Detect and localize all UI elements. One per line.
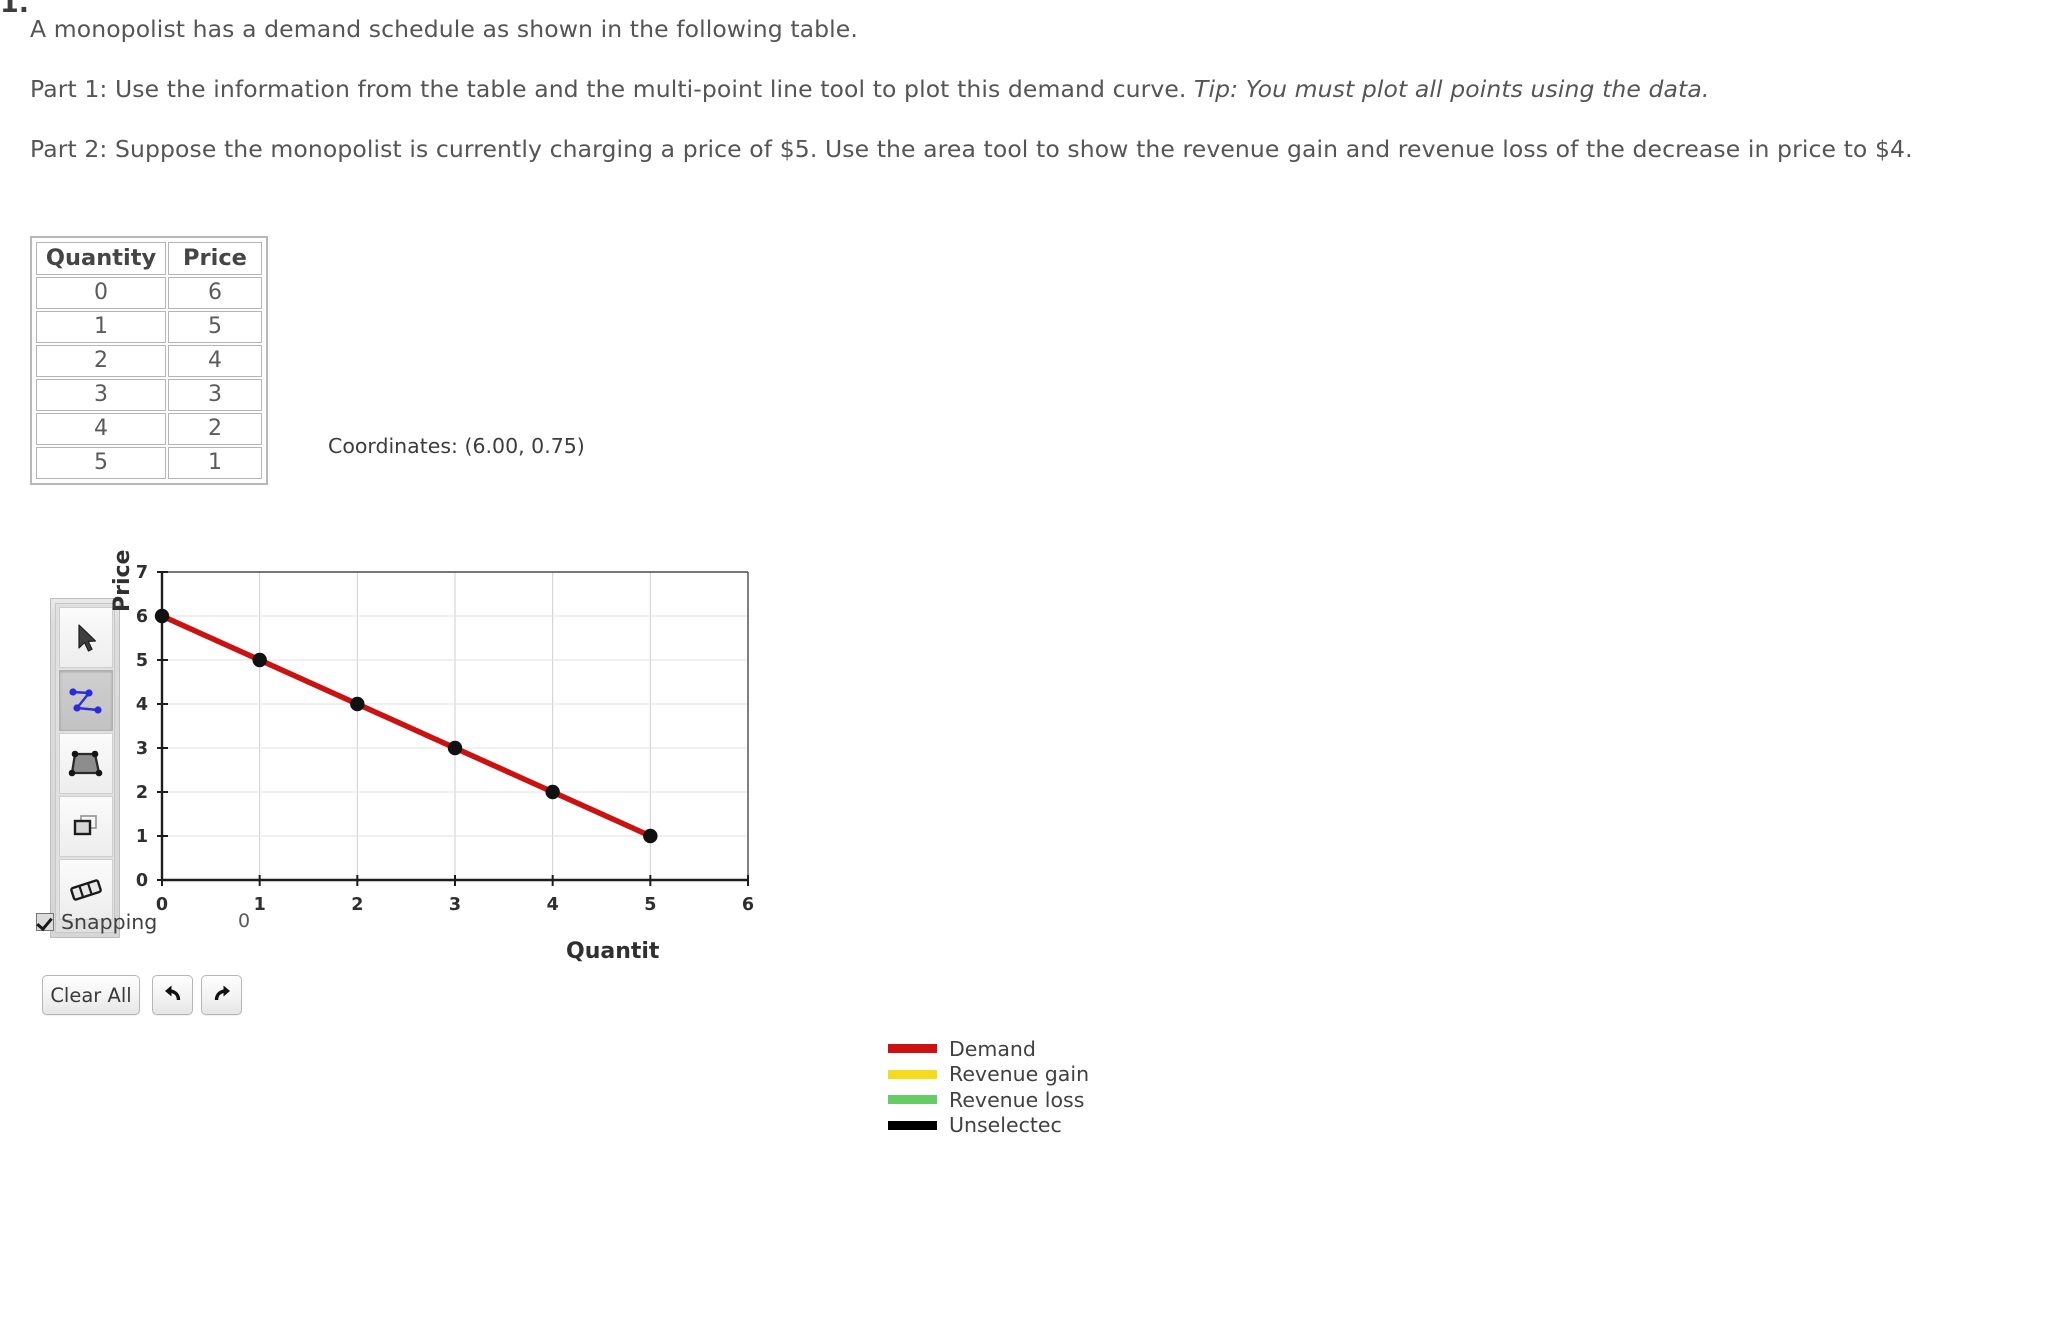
multi-point-line-icon <box>67 684 105 718</box>
coordinates-readout: Coordinates: (6.00, 0.75) <box>328 434 585 458</box>
snapping-control[interactable]: Snapping <box>36 910 157 934</box>
prompt-line-3: Part 2: Suppose the monopolist is curren… <box>30 134 1913 163</box>
cell-quantity: 2 <box>36 345 166 377</box>
multi-point-line-tool[interactable] <box>59 670 113 731</box>
origin-marker-label: 0 <box>238 910 251 932</box>
graph-toolbar <box>50 598 120 938</box>
cell-quantity: 4 <box>36 413 166 445</box>
legend-swatch-revenue-gain <box>888 1069 937 1079</box>
cell-price: 5 <box>168 311 262 343</box>
snapping-label: Snapping <box>61 910 158 934</box>
chart-legend: Demand Revenue gain Revenue loss Unselec… <box>888 1036 1188 1138</box>
eraser-icon <box>67 875 105 905</box>
cell-quantity: 0 <box>36 277 166 309</box>
undo-icon <box>161 981 185 1009</box>
svg-text:1: 1 <box>254 895 266 915</box>
legend-label-revenue-gain: Revenue gain <box>949 1062 1090 1087</box>
svg-text:4: 4 <box>136 695 148 715</box>
pointer-icon <box>69 621 103 655</box>
svg-text:6: 6 <box>136 607 148 627</box>
legend-label-unselected: Unselectec <box>949 1113 1062 1138</box>
table-row: 4 2 <box>36 413 262 445</box>
svg-text:1: 1 <box>136 827 148 847</box>
legend-label-demand: Demand <box>949 1036 1036 1061</box>
cell-price: 1 <box>168 447 262 479</box>
cell-price: 3 <box>168 379 262 411</box>
table-row: 5 1 <box>36 447 262 479</box>
cell-quantity: 5 <box>36 447 166 479</box>
table-row: 1 5 <box>36 311 262 343</box>
question-number: 1. <box>0 0 30 19</box>
prompt-line-1: A monopolist has a demand schedule as sh… <box>30 15 858 43</box>
cell-quantity: 1 <box>36 311 166 343</box>
area-tool[interactable] <box>59 733 113 794</box>
legend-item-revenue-gain: Revenue gain <box>888 1062 1188 1088</box>
prompt-line-2: Part 1: Use the information from the tab… <box>30 74 1930 106</box>
legend-item-unselected: Unselectec <box>888 1113 1188 1139</box>
legend-swatch-demand <box>888 1044 937 1054</box>
cell-price: 2 <box>168 413 262 445</box>
clear-all-button[interactable]: Clear All <box>42 975 140 1015</box>
svg-text:5: 5 <box>644 895 656 915</box>
table-row: 3 3 <box>36 379 262 411</box>
svg-text:3: 3 <box>449 895 461 915</box>
svg-text:2: 2 <box>351 895 363 915</box>
graph-action-buttons: Clear All <box>42 975 250 1015</box>
question-prompt: A monopolist has a demand schedule as sh… <box>30 14 1930 166</box>
rectangle-icon <box>68 811 104 843</box>
area-polygon-icon <box>68 747 104 781</box>
plot-area[interactable]: 0 1 2 3 4 5 601234567 <box>130 560 870 960</box>
undo-button[interactable] <box>152 975 193 1015</box>
cell-price: 4 <box>168 345 262 377</box>
column-header-quantity: Quantity <box>36 242 166 275</box>
cell-price: 6 <box>168 277 262 309</box>
demand-series[interactable] <box>159 613 654 839</box>
cell-quantity: 3 <box>36 379 166 411</box>
svg-text:2: 2 <box>136 783 148 803</box>
redo-icon <box>210 981 234 1009</box>
svg-text:5: 5 <box>136 651 148 671</box>
pointer-tool[interactable] <box>59 607 113 668</box>
column-header-price: Price <box>168 242 262 275</box>
demand-schedule-table: Quantity Price 0 6 1 5 2 4 3 3 4 2 5 1 <box>30 236 268 485</box>
table-header-row: Quantity Price <box>36 242 262 275</box>
prompt-part1-tip: Tip: You must plot all points using the … <box>1194 74 1710 103</box>
graphing-widget: Coordinates: (6.00, 0.75) Price Quantit … <box>0 434 1300 1340</box>
rectangle-tool[interactable] <box>59 796 113 857</box>
legend-swatch-revenue-loss <box>888 1095 937 1105</box>
svg-text:4: 4 <box>547 895 559 915</box>
axis-ticks <box>157 571 749 886</box>
svg-text:0: 0 <box>136 871 148 891</box>
redo-button[interactable] <box>201 975 242 1015</box>
svg-text:7: 7 <box>136 563 148 583</box>
grid-lines <box>162 571 749 880</box>
svg-text:6: 6 <box>742 895 754 915</box>
legend-swatch-unselected <box>888 1120 937 1130</box>
prompt-part1-text: Part 1: Use the information from the tab… <box>30 74 1195 103</box>
svg-text:0: 0 <box>156 895 168 915</box>
legend-label-revenue-loss: Revenue loss <box>949 1087 1085 1112</box>
legend-item-demand: Demand <box>888 1036 1188 1062</box>
table-row: 2 4 <box>36 345 262 377</box>
svg-text:3: 3 <box>136 739 148 759</box>
snapping-checkbox[interactable] <box>36 913 54 931</box>
legend-item-revenue-loss: Revenue loss <box>888 1087 1188 1113</box>
table-row: 0 6 <box>36 277 262 309</box>
